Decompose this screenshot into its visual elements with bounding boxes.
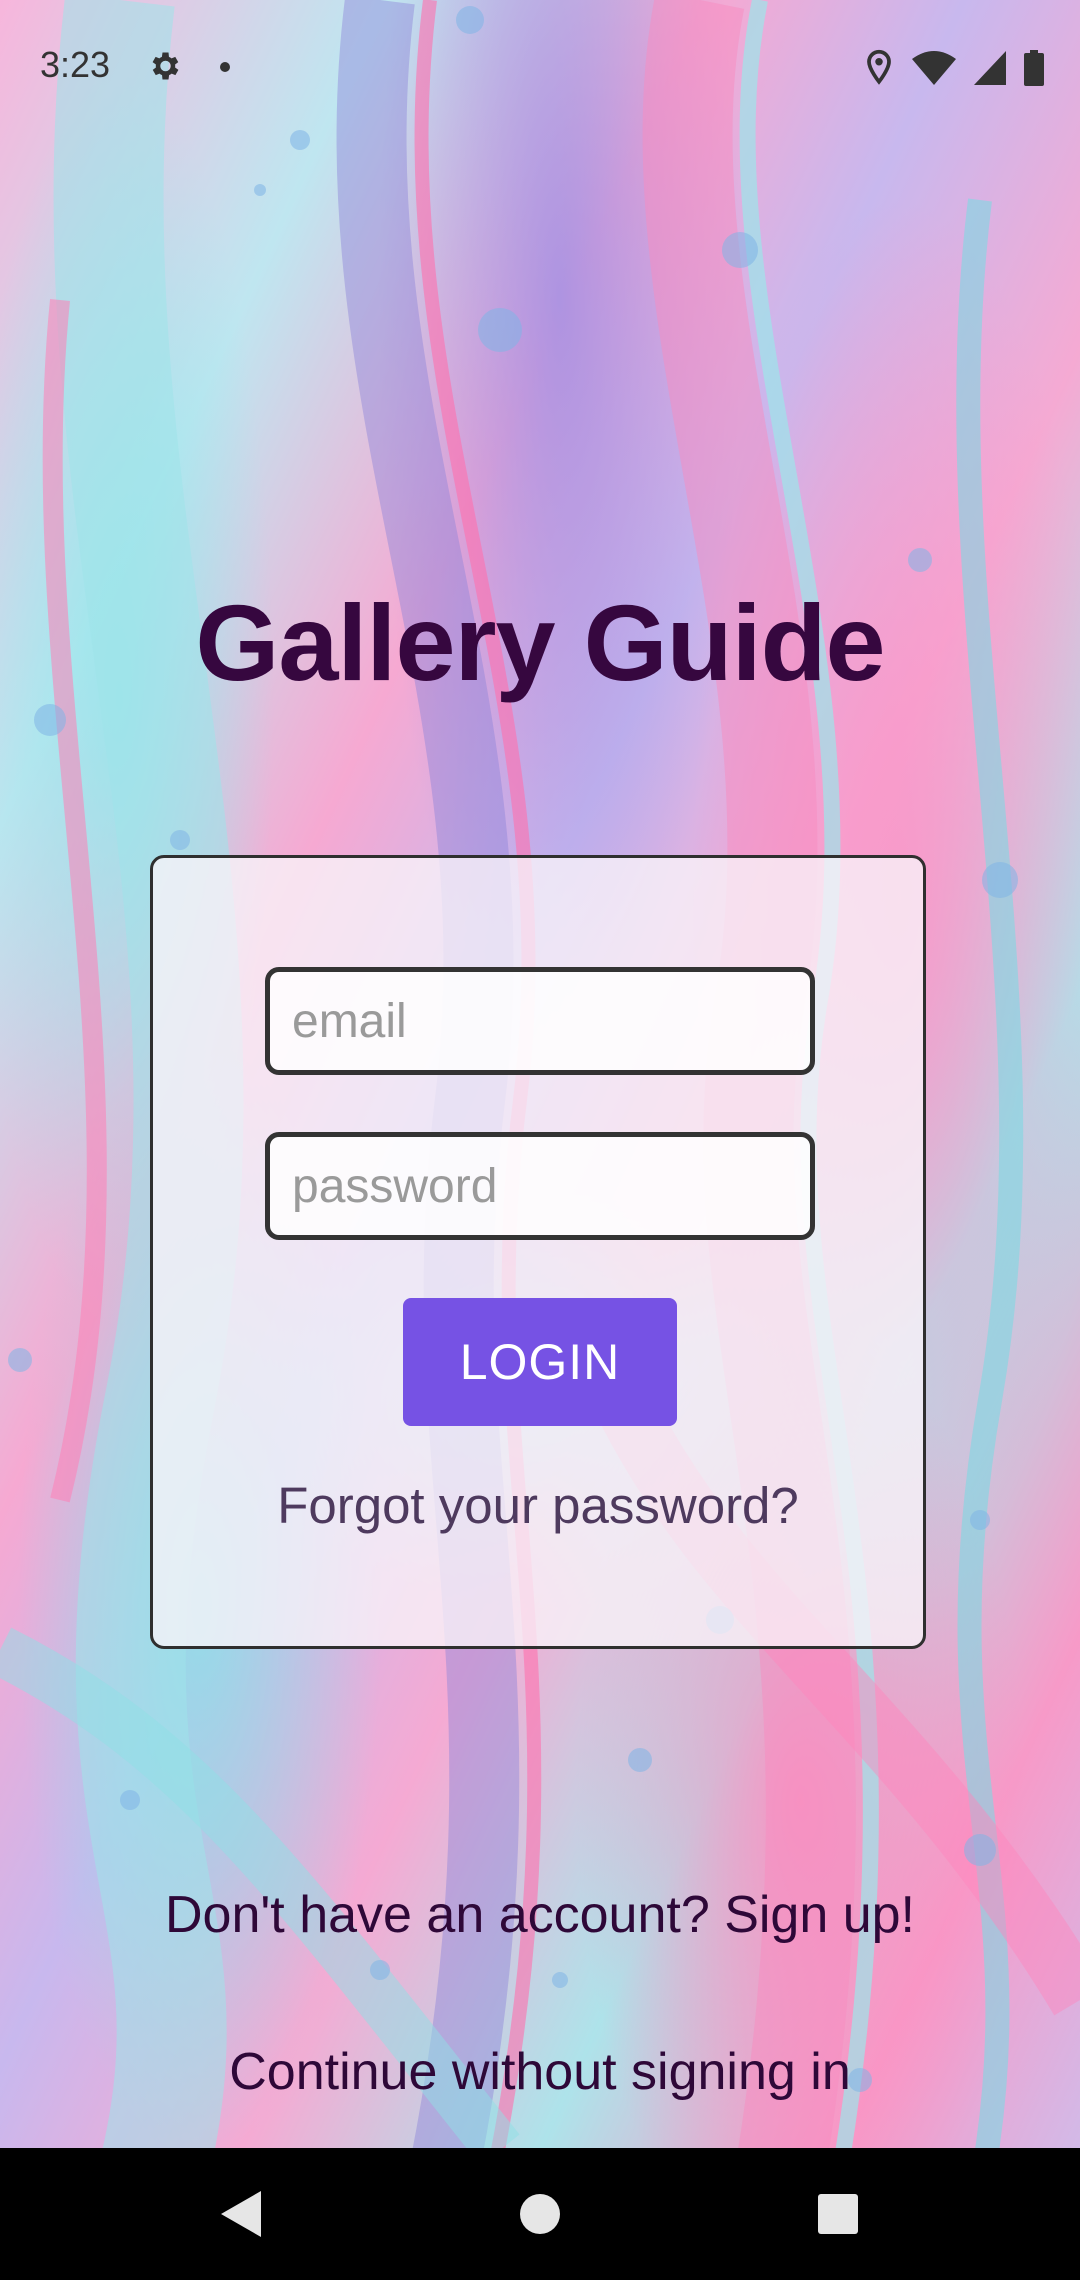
back-button[interactable] [160,2148,320,2280]
back-icon [221,2191,261,2237]
home-icon [520,2194,560,2234]
password-field[interactable] [265,1132,815,1240]
location-icon [867,49,891,85]
signal-icon [974,51,1006,85]
login-button[interactable]: LOGIN [403,1298,677,1426]
status-time: 3:23 [40,44,111,85]
forgot-password-link[interactable]: Forgot your password? [153,1476,923,1535]
gear-icon [152,52,179,80]
status-icons [864,48,1044,88]
battery-icon [1024,50,1044,86]
app-title: Gallery Guide [195,582,885,703]
login-card: LOGIN Forgot your password? [150,855,926,1649]
login-screen: 3:23 Gallery Guide LOGIN [0,0,1080,2280]
recents-icon [818,2194,858,2234]
status-bar: 3:23 [0,0,1080,136]
home-button[interactable] [460,2148,620,2280]
email-field[interactable] [265,967,815,1075]
continue-without-signin-link[interactable]: Continue without signing in [0,2042,1080,2102]
recents-button[interactable] [758,2148,918,2280]
navigation-bar [0,2148,1080,2280]
notification-dot [220,62,230,72]
wifi-icon [912,51,956,85]
signup-link[interactable]: Don't have an account? Sign up! [0,1885,1080,1945]
